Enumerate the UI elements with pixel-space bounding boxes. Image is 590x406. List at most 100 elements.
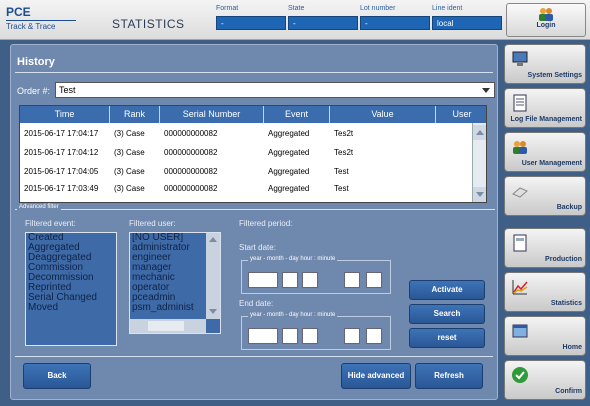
start-date-caption: year - month - day hour : minute	[248, 256, 338, 262]
top-header: PCE Track & Trace STATISTICS Format - St…	[0, 0, 590, 40]
start-hour-input[interactable]	[344, 272, 360, 288]
statistics-icon	[512, 280, 528, 295]
home-icon	[512, 324, 528, 338]
end-date-picker: year - month - day hour : minute	[241, 312, 391, 350]
cell-event: Aggregated	[268, 167, 310, 176]
end-day-input[interactable]	[302, 328, 318, 344]
arrow-up-icon	[209, 237, 217, 242]
cell-serial: 000000000082	[164, 184, 218, 193]
end-month-input[interactable]	[282, 328, 298, 344]
end-year-input[interactable]	[248, 328, 278, 344]
login-button[interactable]: Login	[506, 3, 586, 37]
cell-event: Aggregated	[268, 148, 310, 157]
user-list-horizontal-scrollbar[interactable]	[130, 319, 206, 333]
format-field: Format -	[216, 5, 286, 30]
column-header-value[interactable]: Value	[330, 106, 436, 123]
start-year-input[interactable]	[248, 272, 278, 288]
nav-user-management[interactable]: User Management	[504, 132, 586, 172]
hide-advanced-button[interactable]: Hide advanced	[341, 363, 411, 389]
advanced-filter: Advanced filter Filtered event: Created …	[15, 204, 495, 351]
filtered-user-label: Filtered user:	[129, 219, 176, 228]
scroll-thumb[interactable]	[148, 321, 184, 331]
table-header: Time Rank Serial Number Event Value User	[20, 106, 486, 123]
column-header-rank[interactable]: Rank	[110, 106, 160, 123]
nav-statistics[interactable]: Statistics	[504, 272, 586, 312]
cell-rank: (3) Case	[114, 184, 145, 193]
order-select-value: Test	[59, 85, 76, 95]
list-item[interactable]: Moved	[26, 303, 116, 313]
column-header-event[interactable]: Event	[264, 106, 330, 123]
arrow-up-icon	[476, 130, 484, 135]
start-minute-input[interactable]	[366, 272, 382, 288]
filtered-event-label: Filtered event:	[25, 219, 76, 228]
cell-time: 2015-06-17 17:03:49	[24, 184, 99, 193]
nav-label: Statistics	[550, 300, 582, 307]
brand-subtitle: Track & Trace	[6, 20, 76, 31]
login-label: Login	[536, 22, 556, 29]
nav-label: Home	[562, 344, 582, 351]
cell-event: Aggregated	[268, 184, 310, 193]
table-row[interactable]: 2015-06-17 17:03:49 (3) Case 00000000008…	[20, 182, 472, 196]
event-listbox[interactable]: Created Aggregated Deaggregated Commissi…	[25, 232, 117, 346]
column-header-serial-number[interactable]: Serial Number	[160, 106, 264, 123]
brand-logo: PCE Track & Trace	[6, 5, 96, 35]
user-list-vertical-scrollbar[interactable]	[206, 233, 220, 319]
table-row[interactable]: 2015-06-17 17:04:12 (3) Case 00000000008…	[20, 143, 472, 162]
cell-user	[436, 143, 472, 162]
order-select[interactable]: Test	[55, 82, 495, 98]
nav-confirm[interactable]: Confirm	[504, 360, 586, 400]
start-month-input[interactable]	[282, 272, 298, 288]
user-list-viewport: [NO USER] administrator engineer manager…	[130, 233, 206, 319]
line-ident-value: local	[432, 16, 502, 30]
back-button[interactable]: Back	[23, 363, 91, 389]
cell-time: 2015-06-17 17:04:17	[24, 129, 99, 138]
format-label: Format	[216, 5, 239, 12]
history-panel: History Order #: Test Time Rank Serial N…	[10, 44, 498, 400]
cell-event: Aggregated	[268, 129, 310, 138]
arrow-down-icon	[209, 309, 217, 314]
activate-button[interactable]: Activate	[409, 280, 485, 300]
search-button[interactable]: Search	[409, 304, 485, 324]
cell-value: Tes2t	[334, 129, 354, 138]
end-minute-input[interactable]	[366, 328, 382, 344]
reset-button[interactable]: reset	[409, 328, 485, 348]
line-ident-label: Line ident	[432, 5, 463, 12]
table-row[interactable]: 2015-06-17 17:04:05 (3) Case 00000000008…	[20, 162, 472, 181]
nav-backup[interactable]: Backup	[504, 176, 586, 216]
lot-number-label: Lot number	[360, 5, 396, 12]
scroll-down-button[interactable]	[473, 187, 486, 202]
cell-time: 2015-06-17 17:04:12	[24, 148, 99, 157]
end-date-caption: year - month - day hour : minute	[248, 312, 338, 318]
lot-number-field: Lot number -	[360, 5, 430, 30]
nav-production[interactable]: Production	[504, 228, 586, 268]
divider	[15, 72, 493, 73]
lot-number-value: -	[360, 16, 430, 30]
start-date-label: Start date:	[239, 243, 276, 252]
end-hour-input[interactable]	[344, 328, 360, 344]
nav-system-settings[interactable]: System Settings	[504, 44, 586, 84]
refresh-button[interactable]: Refresh	[415, 363, 483, 389]
table-row[interactable]: 2015-06-17 17:04:17 (3) Case 00000000008…	[20, 124, 472, 143]
brand-name: PCE	[6, 5, 31, 19]
nav-log-file-management[interactable]: Log File Management	[504, 88, 586, 128]
scroll-up-button[interactable]	[473, 125, 486, 140]
filtered-period-label: Filtered period:	[239, 219, 293, 228]
cell-user	[436, 162, 472, 181]
cell-time: 2015-06-17 17:04:05	[24, 167, 99, 176]
computer-icon	[512, 51, 528, 66]
chevron-down-icon[interactable]	[482, 88, 490, 93]
cell-rank: (3) Case	[114, 129, 145, 138]
nav-home[interactable]: Home	[504, 316, 586, 356]
history-title: History	[17, 56, 55, 68]
user-listbox[interactable]: [NO USER] administrator engineer manager…	[129, 232, 221, 334]
list-item[interactable]: psm_administ	[130, 303, 206, 313]
table-scrollbar[interactable]	[472, 123, 486, 202]
users-icon	[539, 8, 553, 21]
state-value: -	[288, 16, 358, 30]
advanced-filter-title: Advanced filter	[17, 204, 61, 210]
cell-value: Test	[334, 184, 349, 193]
nav-label: Backup	[556, 204, 582, 211]
column-header-user[interactable]: User	[436, 106, 486, 123]
column-header-time[interactable]: Time	[20, 106, 110, 123]
start-day-input[interactable]	[302, 272, 318, 288]
